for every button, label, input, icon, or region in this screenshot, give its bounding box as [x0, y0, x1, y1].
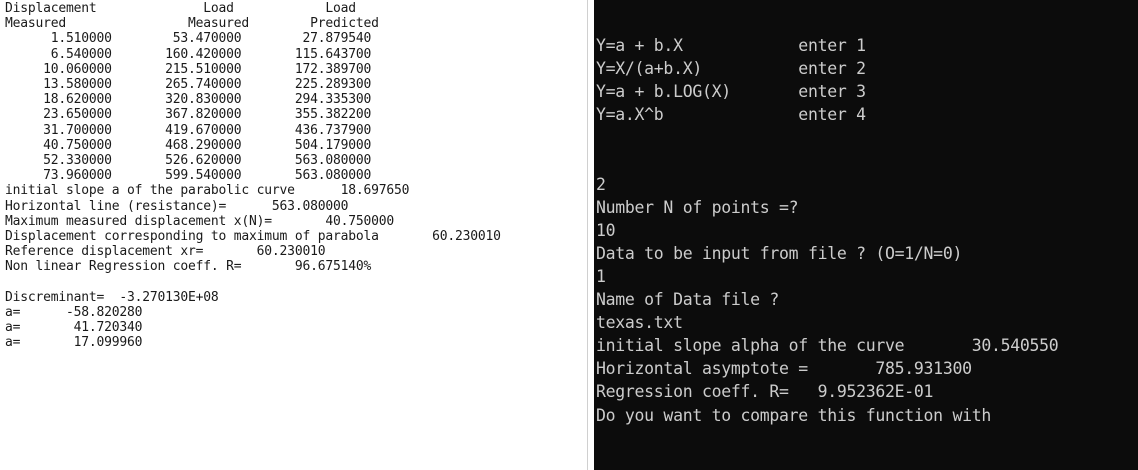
header-line-1: Displacement Load Load [5, 1, 356, 16]
compare-prompt-line: Do you want to compare this function wit… [596, 405, 991, 425]
regression-coeff-line: Regression coeff. R= 9.952362E-01 [596, 382, 934, 402]
a-value-line: a= 41.720340 [5, 320, 143, 336]
initial-slope-alpha-line: initial slope alpha of the curve 30.5405… [596, 336, 1059, 356]
a-value-line: a= 17.099960 [5, 335, 143, 351]
data-row: 52.330000 526.620000 563.080000 [5, 153, 372, 169]
data-row: 13.580000 265.740000 225.289300 [5, 77, 372, 93]
console-output: Y=a + b.X enter 1 Y=X/(a+b.X) enter 2 Y=… [596, 34, 1059, 427]
user-input-file-name: texas.txt [596, 313, 683, 333]
prompt-input-file: Data to be input from file ? (O=1/N=0) [596, 243, 963, 263]
menu-option-4: Y=a.X^b enter 4 [596, 105, 866, 125]
data-row: 1.510000 53.470000 27.879540 [5, 31, 372, 47]
horizontal-asymptote-line: Horizontal asymptote = 785.931300 [596, 359, 972, 379]
reference-displacement-line: Reference displacement xr= 60.230010 [5, 244, 326, 260]
data-row: 6.540000 160.420000 115.643700 [5, 46, 372, 62]
menu-option-3: Y=a + b.LOG(X) enter 3 [596, 82, 866, 102]
horizontal-line-resistance: Horizontal line (resistance)= 563.080000 [5, 198, 349, 214]
header-line-2: Measured Measured Predicted [5, 16, 379, 32]
user-input-points: 10 [596, 220, 616, 240]
menu-option-2: Y=X/(a+b.X) enter 2 [596, 59, 866, 79]
displacement-max-parabola-line: Displacement corresponding to maximum of… [5, 229, 501, 245]
data-row: 18.620000 320.830000 294.335300 [5, 92, 372, 108]
data-row: 10.060000 215.510000 172.389700 [5, 61, 372, 77]
data-row: 73.960000 599.540000 563.080000 [5, 168, 372, 184]
regression-output-pane: Displacement Load Load Measured Measured… [0, 0, 588, 470]
data-row: 31.700000 419.670000 436.737900 [5, 122, 372, 138]
prompt-number-points: Number N of points =? [596, 197, 799, 217]
user-input-choice: 2 [596, 174, 606, 194]
console-window[interactable]: Y=a + b.X enter 1 Y=X/(a+b.X) enter 2 Y=… [594, 0, 1138, 470]
prompt-data-file-name: Name of Data file ? [596, 290, 780, 310]
left-output-text: Displacement Load Load Measured Measured… [5, 1, 501, 351]
data-row: 40.750000 468.290000 504.179000 [5, 137, 372, 153]
menu-option-1: Y=a + b.X enter 1 [596, 36, 866, 55]
regression-coeff-line: Non linear Regression coeff. R= 96.67514… [5, 259, 372, 275]
a-value-line: a= -58.820280 [5, 305, 143, 321]
initial-slope-line: initial slope a of the parabolic curve 1… [5, 183, 410, 199]
max-displacement-line: Maximum measured displacement x(N)= 40.7… [5, 213, 394, 229]
data-row: 23.650000 367.820000 355.382200 [5, 107, 372, 123]
discriminant-line: Discreminant= -3.270130E+08 [5, 289, 219, 305]
user-input-file-flag: 1 [596, 266, 606, 286]
